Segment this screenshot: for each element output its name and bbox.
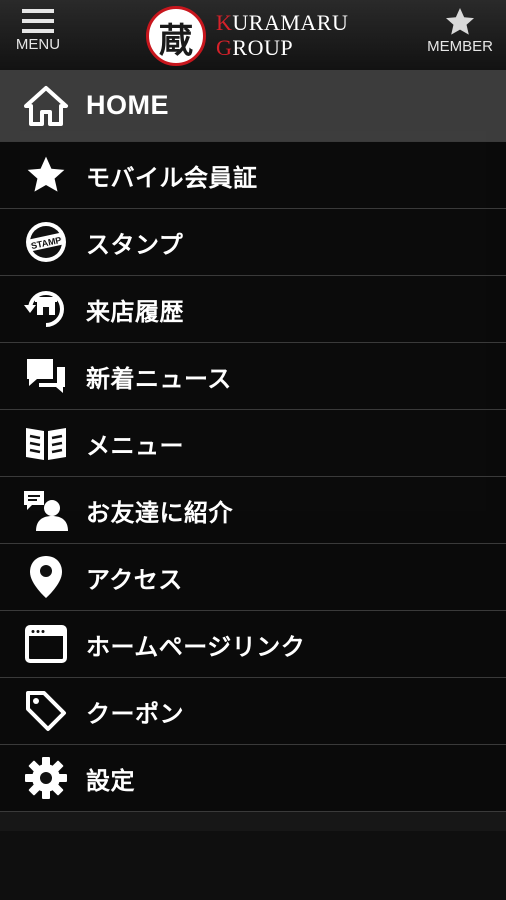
location-pin-icon: [22, 553, 70, 601]
drawer-item-visit-history[interactable]: 来店履歴: [0, 276, 506, 343]
drawer-item-news[interactable]: 新着ニュース: [0, 343, 506, 410]
visit-history-icon: [22, 285, 70, 333]
drawer-item-settings[interactable]: 設定: [0, 745, 506, 812]
brand-initial-k: K: [216, 10, 233, 35]
menu-book-icon: [22, 419, 70, 467]
drawer-item-access[interactable]: アクセス: [0, 544, 506, 611]
drawer-item-label: モバイル会員証: [86, 163, 258, 192]
brand-word-group: ROUP: [232, 35, 294, 60]
brand-word-kuramaru: URAMARU: [232, 10, 349, 35]
browser-window-icon: [22, 620, 70, 668]
member-button[interactable]: MEMBER: [420, 6, 500, 55]
background-tab-bar: [0, 831, 506, 900]
drawer-item-refer-friend[interactable]: お友達に紹介: [0, 477, 506, 544]
drawer-item-label: メニュー: [86, 431, 184, 460]
settings-gear-icon: [22, 754, 70, 802]
brand-name: KURAMARU GROUP: [216, 10, 348, 60]
member-star-icon: [446, 8, 474, 35]
drawer-item-label: 来店履歴: [86, 297, 184, 326]
menu-button[interactable]: MENU: [3, 6, 73, 53]
drawer-item-label: スタンプ: [86, 230, 184, 259]
menu-label: MENU: [15, 36, 61, 53]
drawer-item-mobile-member-card[interactable]: モバイル会員証: [0, 142, 506, 209]
news-chat-icon: [22, 352, 70, 400]
stamp-icon: STAMP: [22, 218, 70, 266]
drawer-item-home[interactable]: HOME: [0, 70, 506, 142]
drawer-item-label: お友達に紹介: [86, 498, 233, 527]
brand-logo[interactable]: 蔵 KURAMARU GROUP: [146, 6, 376, 66]
logo-emblem: 蔵: [146, 6, 206, 66]
drawer-item-label: HOME: [86, 90, 169, 120]
refer-friend-icon: [22, 486, 70, 534]
navigation-drawer: HOME モバイル会員証 STAMP スタンプ 来店履歴 新着ニュース メニュー…: [0, 70, 506, 812]
drawer-item-label: 設定: [86, 766, 135, 795]
logo-kanji: 蔵: [159, 21, 193, 61]
drawer-item-label: 新着ニュース: [86, 364, 232, 393]
app-header: MENU 蔵 KURAMARU GROUP MEMBER: [0, 0, 506, 71]
drawer-item-label: アクセス: [86, 565, 183, 594]
drawer-item-stamp[interactable]: STAMP スタンプ: [0, 209, 506, 276]
drawer-item-menu[interactable]: メニュー: [0, 410, 506, 477]
drawer-item-homepage-link[interactable]: ホームページリンク: [0, 611, 506, 678]
hamburger-icon: [22, 9, 54, 33]
drawer-item-label: ホームページリンク: [86, 632, 306, 661]
member-label: MEMBER: [427, 38, 493, 55]
drawer-item-label: クーポン: [86, 699, 184, 728]
coupon-tag-icon: [22, 687, 70, 735]
star-icon: [22, 151, 70, 199]
drawer-item-coupon[interactable]: クーポン: [0, 678, 506, 745]
home-icon: [22, 82, 70, 130]
brand-initial-g: G: [216, 35, 233, 60]
